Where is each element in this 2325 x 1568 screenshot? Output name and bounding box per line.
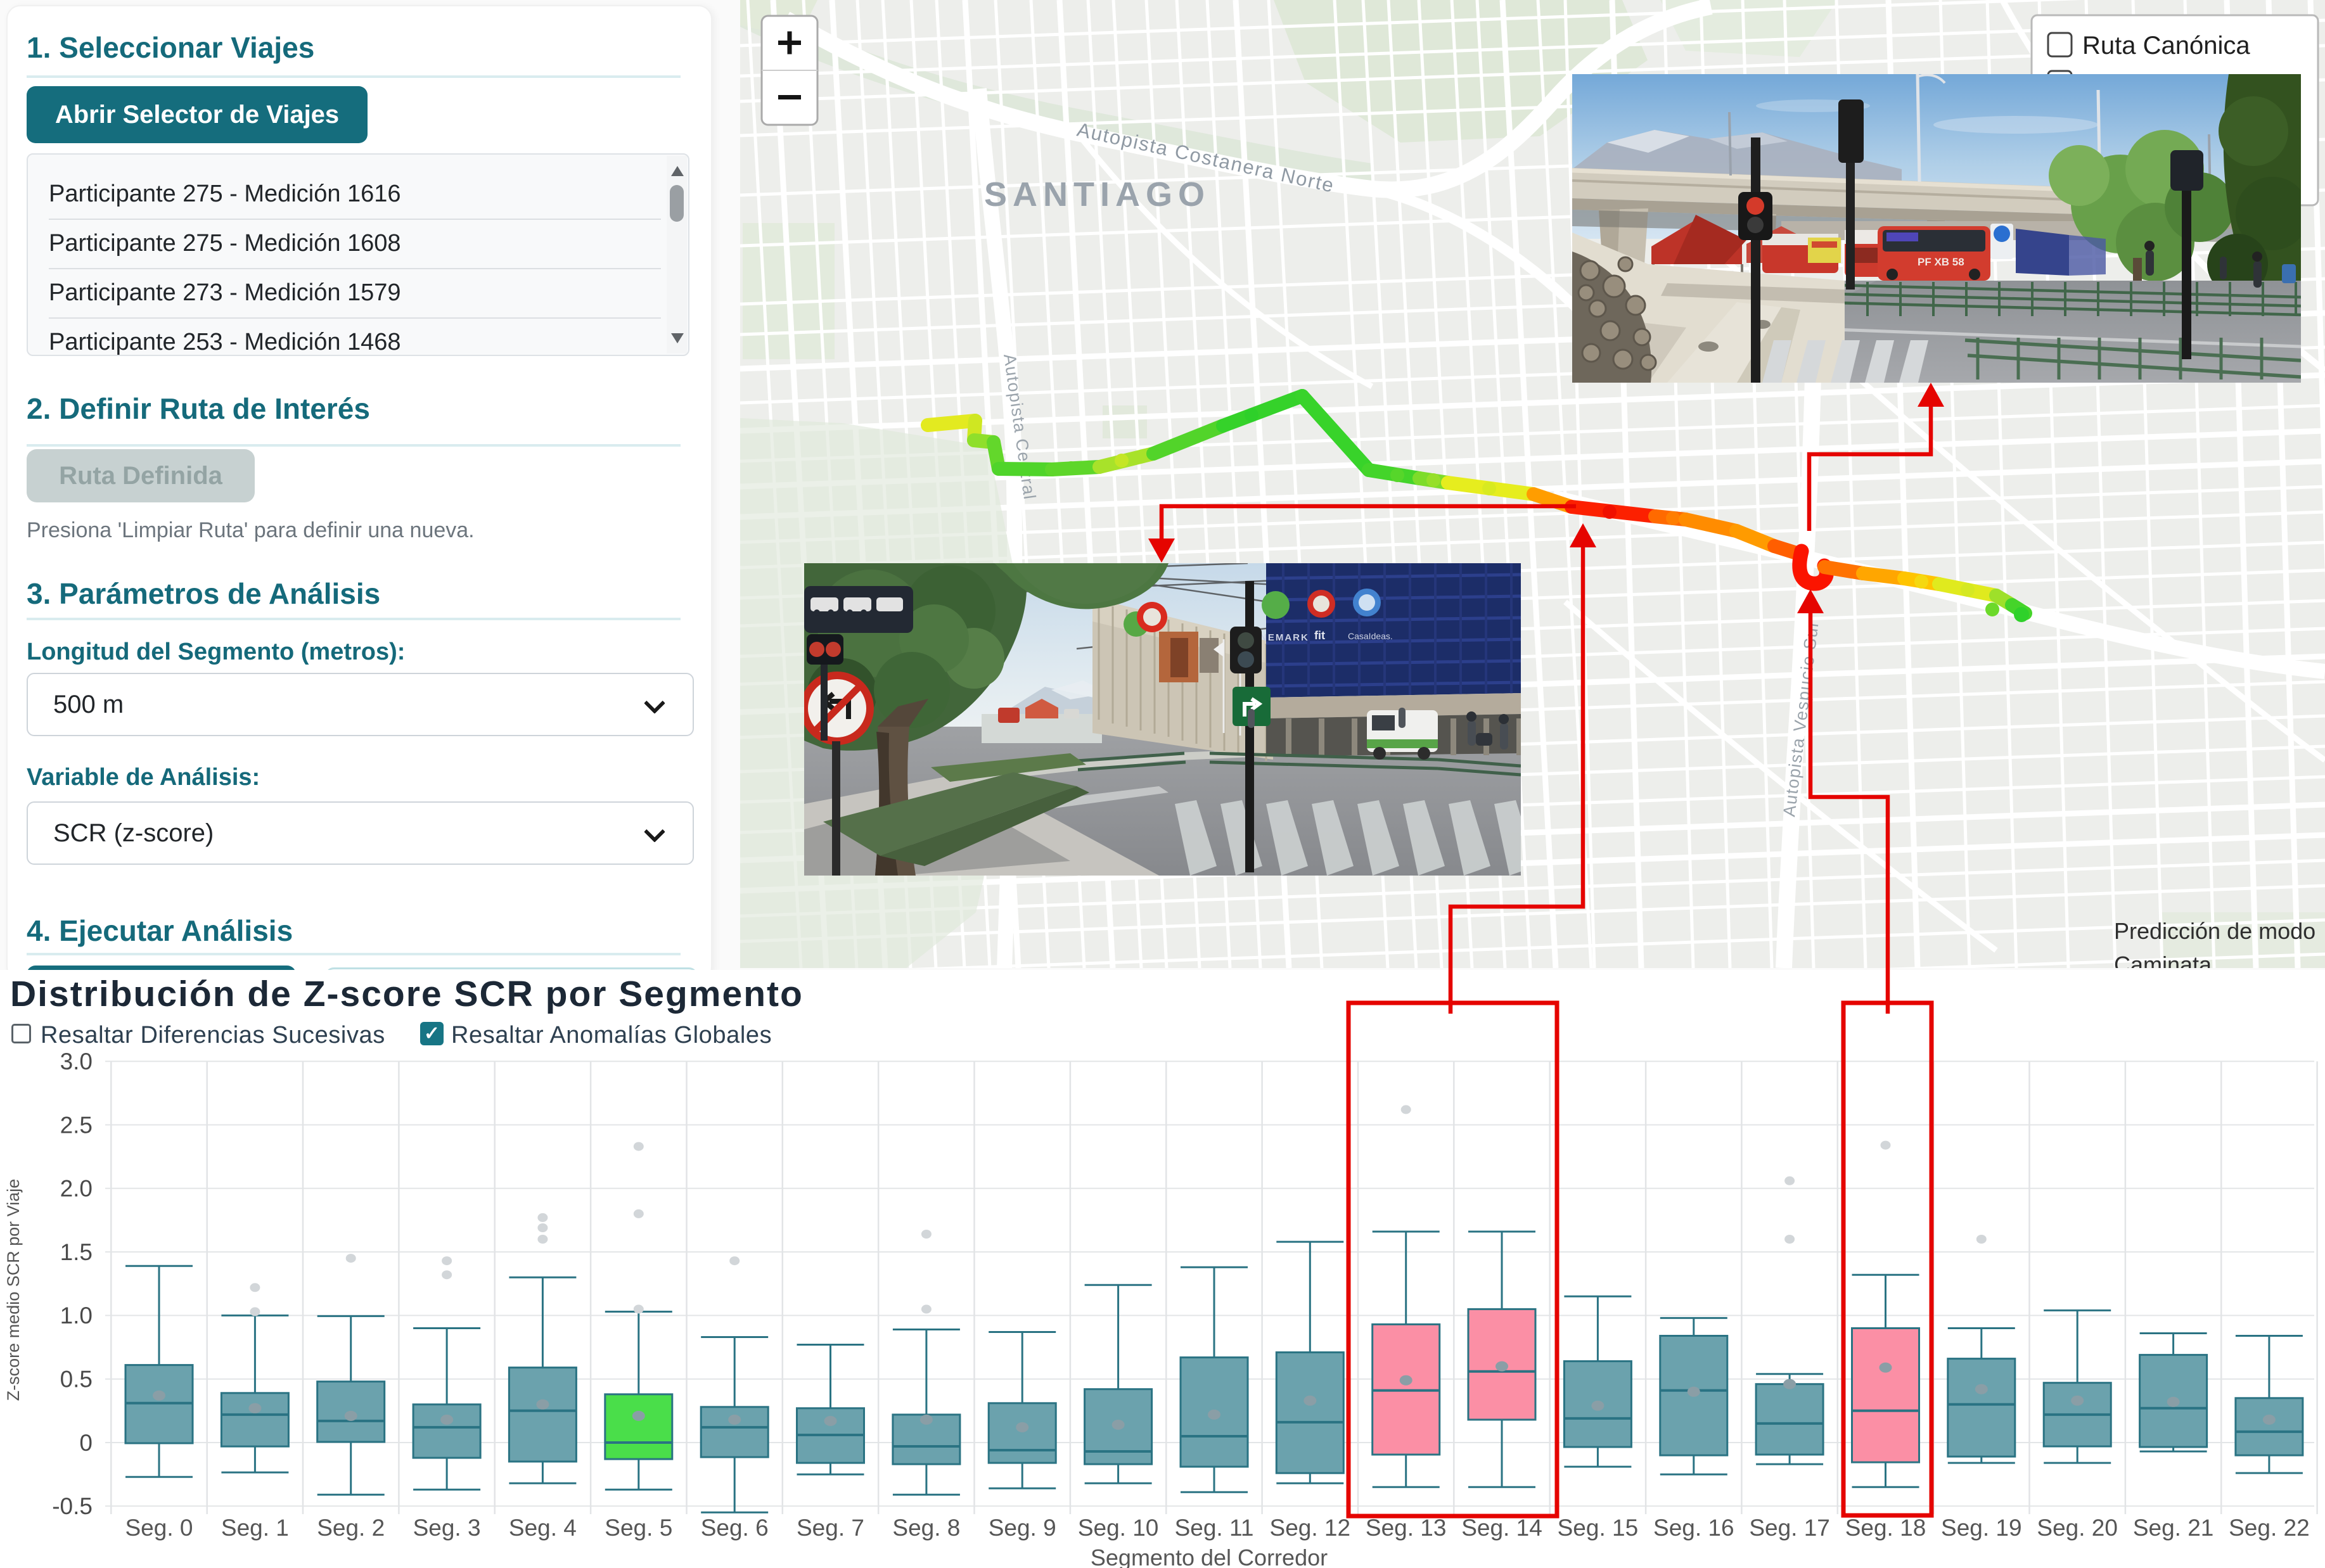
- svg-text:Seg. 12: Seg. 12: [1270, 1515, 1351, 1541]
- svg-text:0: 0: [79, 1430, 93, 1456]
- svg-text:Seg. 17: Seg. 17: [1749, 1515, 1830, 1541]
- svg-text:-0.5: -0.5: [52, 1493, 93, 1519]
- svg-text:Seg. 2: Seg. 2: [317, 1515, 385, 1541]
- svg-text:Seg. 10: Seg. 10: [1078, 1515, 1159, 1541]
- svg-text:1.0: 1.0: [60, 1303, 93, 1329]
- svg-text:0.5: 0.5: [60, 1366, 93, 1392]
- svg-text:Seg. 13: Seg. 13: [1366, 1515, 1447, 1541]
- svg-text:Seg. 4: Seg. 4: [509, 1515, 577, 1541]
- svg-text:3.0: 3.0: [60, 1049, 93, 1074]
- svg-text:Segmento del Corredor: Segmento del Corredor: [1091, 1545, 1328, 1568]
- svg-text:Seg. 14: Seg. 14: [1461, 1515, 1542, 1541]
- svg-text:Seg. 15: Seg. 15: [1558, 1515, 1639, 1541]
- svg-text:Seg. 8: Seg. 8: [892, 1515, 960, 1541]
- svg-text:Seg. 22: Seg. 22: [2229, 1515, 2310, 1541]
- svg-text:Seg. 16: Seg. 16: [1653, 1515, 1734, 1541]
- svg-text:2.0: 2.0: [60, 1176, 93, 1202]
- svg-text:Seg. 11: Seg. 11: [1175, 1515, 1254, 1541]
- svg-text:Seg. 18: Seg. 18: [1845, 1515, 1926, 1541]
- svg-text:2.5: 2.5: [60, 1112, 93, 1138]
- svg-text:fit: fit: [1314, 629, 1325, 642]
- svg-text:1.5: 1.5: [60, 1239, 93, 1265]
- svg-text:Seg. 20: Seg. 20: [2037, 1515, 2118, 1541]
- svg-text:Seg. 3: Seg. 3: [413, 1515, 481, 1541]
- svg-text:Ruta Canónica: Ruta Canónica: [2082, 32, 2250, 60]
- svg-text:PF XB 58: PF XB 58: [1918, 256, 1964, 268]
- svg-text:Seg. 0: Seg. 0: [125, 1515, 193, 1541]
- svg-text:Seg. 9: Seg. 9: [989, 1515, 1056, 1541]
- svg-text:Seg. 21: Seg. 21: [2133, 1515, 2214, 1541]
- svg-text:Caminata: Caminata: [2114, 952, 2212, 968]
- svg-text:Predicción de modo: Predicción de modo: [2114, 918, 2315, 944]
- svg-text:Seg. 6: Seg. 6: [701, 1515, 769, 1541]
- svg-text:Seg. 19: Seg. 19: [1941, 1515, 2022, 1541]
- svg-text:CasaIdeas.: CasaIdeas.: [1348, 631, 1393, 641]
- svg-text:Seg. 1: Seg. 1: [221, 1515, 289, 1541]
- svg-text:Seg. 7: Seg. 7: [797, 1515, 864, 1541]
- svg-text:Z-score medio SCR por Viaje: Z-score medio SCR por Viaje: [4, 1179, 23, 1401]
- svg-text:Seg. 5: Seg. 5: [605, 1515, 672, 1541]
